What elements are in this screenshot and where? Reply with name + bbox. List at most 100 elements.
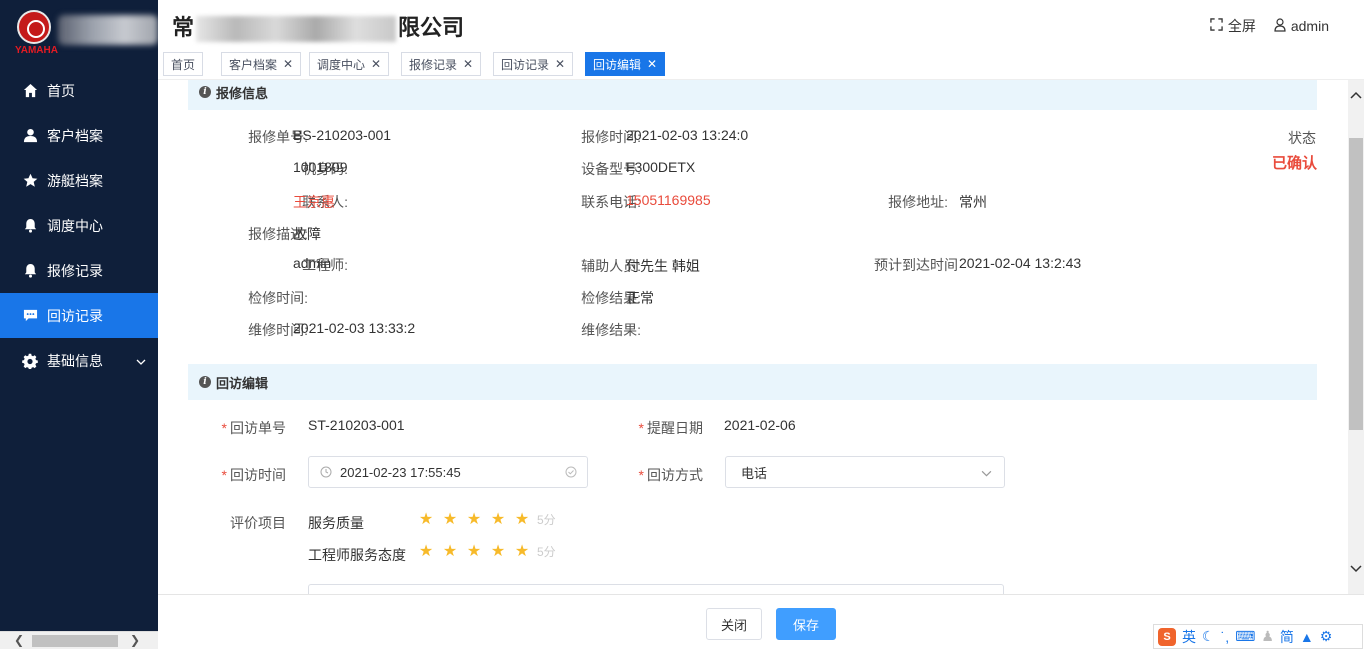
sidebar-item-yachts[interactable]: 游艇档案 bbox=[0, 158, 158, 203]
gear-icon[interactable]: ⚙ bbox=[1320, 628, 1333, 645]
tab-label: 调度中心 bbox=[317, 57, 366, 72]
maint-result-label: 维修结果: bbox=[581, 322, 641, 338]
visit-method-select[interactable]: 电话 bbox=[725, 456, 1005, 488]
user-name: admin bbox=[1290, 18, 1329, 34]
section-title: 回访编辑 bbox=[216, 375, 269, 391]
sidebar: YAMAHA 首页 客户档案 游艇档案 调度中心 报修记录 回访记录 基础信息 … bbox=[0, 0, 158, 649]
close-icon[interactable]: ✕ bbox=[371, 57, 381, 71]
clock-icon bbox=[320, 466, 332, 478]
tab-home[interactable]: 首页 bbox=[163, 52, 204, 76]
close-icon[interactable]: ✕ bbox=[647, 57, 657, 71]
visit-method-value: 电话 bbox=[741, 465, 768, 481]
tab-repairs[interactable]: 报修记录 ✕ bbox=[401, 52, 482, 76]
engineer-attitude-rating[interactable]: ★ ★ ★ ★ ★ 5分 bbox=[417, 541, 556, 561]
tab-customers[interactable]: 客户档案 ✕ bbox=[221, 52, 302, 76]
logo-text: YAMAHA bbox=[15, 45, 58, 56]
repair-time-value: 2021-02-03 13:24:0 bbox=[626, 127, 749, 143]
model-value: F300DETX bbox=[626, 159, 696, 175]
tab-dispatch[interactable]: 调度中心 ✕ bbox=[309, 52, 390, 76]
star-icon[interactable]: ★ bbox=[513, 509, 531, 529]
user-icon bbox=[22, 128, 38, 144]
close-button[interactable]: 关闭 bbox=[706, 608, 762, 640]
visit-time-value: 2021-02-23 17:55:45 bbox=[340, 464, 461, 480]
close-icon[interactable]: ✕ bbox=[555, 57, 565, 71]
section-header-visit-edit: i 回访编辑 bbox=[188, 364, 1317, 400]
scroll-down-icon[interactable] bbox=[1350, 564, 1362, 577]
visit-no-value: ST-210203-001 bbox=[308, 417, 405, 433]
assistant-value: 付先生 韩姐 bbox=[626, 258, 700, 274]
tab-label: 回访编辑 bbox=[593, 57, 642, 72]
star-icon[interactable]: ★ bbox=[417, 509, 435, 529]
company-name: 常 限公司 bbox=[172, 10, 464, 43]
sidebar-item-basic-info[interactable]: 基础信息 bbox=[0, 338, 158, 383]
ime-mode[interactable]: 简 bbox=[1280, 627, 1294, 647]
desc-value: 故障 bbox=[293, 226, 321, 242]
fullscreen-button[interactable]: 全屏 bbox=[1210, 16, 1256, 36]
scroll-right-icon[interactable]: ❯ bbox=[130, 633, 140, 647]
visit-content-textarea[interactable] bbox=[308, 584, 1004, 594]
ime-toolbar[interactable]: S 英 ☾ ˙, ⌨ ♟ 简 ▲ ⚙ bbox=[1153, 624, 1363, 649]
contact-value: 王京惠 bbox=[293, 194, 335, 210]
sidebar-item-home[interactable]: 首页 bbox=[0, 68, 158, 113]
visit-time-picker[interactable]: 2021-02-23 17:55:45 bbox=[308, 456, 588, 488]
bell-icon bbox=[22, 263, 38, 279]
person-icon[interactable]: ♟ bbox=[1261, 628, 1274, 645]
star-icon[interactable]: ★ bbox=[465, 541, 483, 561]
star-icon[interactable]: ★ bbox=[417, 541, 435, 561]
scroll-left-icon[interactable]: ❮ bbox=[14, 633, 24, 647]
sidebar-item-label: 回访记录 bbox=[47, 307, 103, 324]
user-menu[interactable]: admin bbox=[1274, 17, 1329, 35]
inspect-result-value: 正常 bbox=[626, 290, 654, 306]
sidebar-item-repairs[interactable]: 报修记录 bbox=[0, 248, 158, 293]
sidebar-item-label: 游艇档案 bbox=[47, 172, 103, 189]
shirt-icon[interactable]: ▲ bbox=[1300, 629, 1314, 645]
tab-label: 首页 bbox=[171, 57, 196, 72]
inspect-time-label: 检修时间: bbox=[248, 290, 308, 306]
engineer-value: admin bbox=[293, 255, 332, 271]
keyboard-icon[interactable]: ⌨ bbox=[1235, 628, 1255, 645]
main-content: i 报修信息 报修单号: BS-210203-001 报修时间: 2021-02… bbox=[168, 80, 1348, 594]
sidebar-item-label: 调度中心 bbox=[47, 217, 103, 234]
scrollbar-thumb[interactable] bbox=[1349, 138, 1363, 430]
star-icon[interactable]: ★ bbox=[441, 509, 459, 529]
save-button[interactable]: 保存 bbox=[776, 608, 836, 640]
star-icon[interactable]: ★ bbox=[441, 541, 459, 561]
status-badge: 已确认 bbox=[1272, 155, 1318, 172]
serial-value: 1001809 bbox=[293, 159, 348, 175]
service-quality-rating[interactable]: ★ ★ ★ ★ ★ 5分 bbox=[417, 509, 556, 529]
yamaha-logo[interactable]: YAMAHA bbox=[15, 10, 58, 56]
sidebar-item-label: 首页 bbox=[47, 82, 75, 99]
bell-icon bbox=[22, 218, 38, 234]
remind-date-label: * 提醒日期 bbox=[638, 420, 703, 436]
remind-date-value: 2021-02-06 bbox=[724, 417, 796, 433]
home-icon bbox=[22, 83, 38, 99]
star-icon[interactable]: ★ bbox=[489, 509, 507, 529]
punctuation-icon[interactable]: ˙, bbox=[1221, 629, 1230, 645]
star-icon[interactable]: ★ bbox=[513, 541, 531, 561]
top-header: 常 限公司 全屏 admin bbox=[158, 0, 1364, 48]
sidebar-item-customers[interactable]: 客户档案 bbox=[0, 113, 158, 158]
star-icon[interactable]: ★ bbox=[489, 541, 507, 561]
user-icon bbox=[1274, 17, 1286, 35]
scroll-up-icon[interactable] bbox=[1350, 90, 1362, 103]
scrollbar-thumb[interactable] bbox=[32, 635, 118, 647]
sidebar-horizontal-scrollbar[interactable]: ❮ ❯ bbox=[0, 631, 158, 649]
sogou-logo-icon[interactable]: S bbox=[1158, 627, 1176, 646]
order-no-value: BS-210203-001 bbox=[293, 127, 392, 143]
star-icon[interactable]: ★ bbox=[465, 509, 483, 529]
close-icon[interactable]: ✕ bbox=[283, 57, 293, 71]
eta-value: 2021-02-04 13:2:43 bbox=[959, 255, 1082, 271]
moon-icon[interactable]: ☾ bbox=[1202, 628, 1215, 645]
check-circle-icon bbox=[565, 466, 577, 478]
sidebar-item-visits[interactable]: 回访记录 bbox=[0, 293, 158, 338]
close-icon[interactable]: ✕ bbox=[463, 57, 473, 71]
tab-label: 回访记录 bbox=[501, 57, 550, 72]
ime-language[interactable]: 英 bbox=[1182, 627, 1196, 647]
main-vertical-scrollbar[interactable] bbox=[1348, 80, 1364, 594]
gear-icon bbox=[22, 353, 38, 369]
rating-name: 工程师服务态度 bbox=[308, 547, 406, 563]
sidebar-item-dispatch[interactable]: 调度中心 bbox=[0, 203, 158, 248]
tab-visits[interactable]: 回访记录 ✕ bbox=[493, 52, 574, 76]
tab-visit-edit[interactable]: 回访编辑 ✕ bbox=[585, 52, 666, 76]
fullscreen-icon bbox=[1210, 18, 1223, 34]
